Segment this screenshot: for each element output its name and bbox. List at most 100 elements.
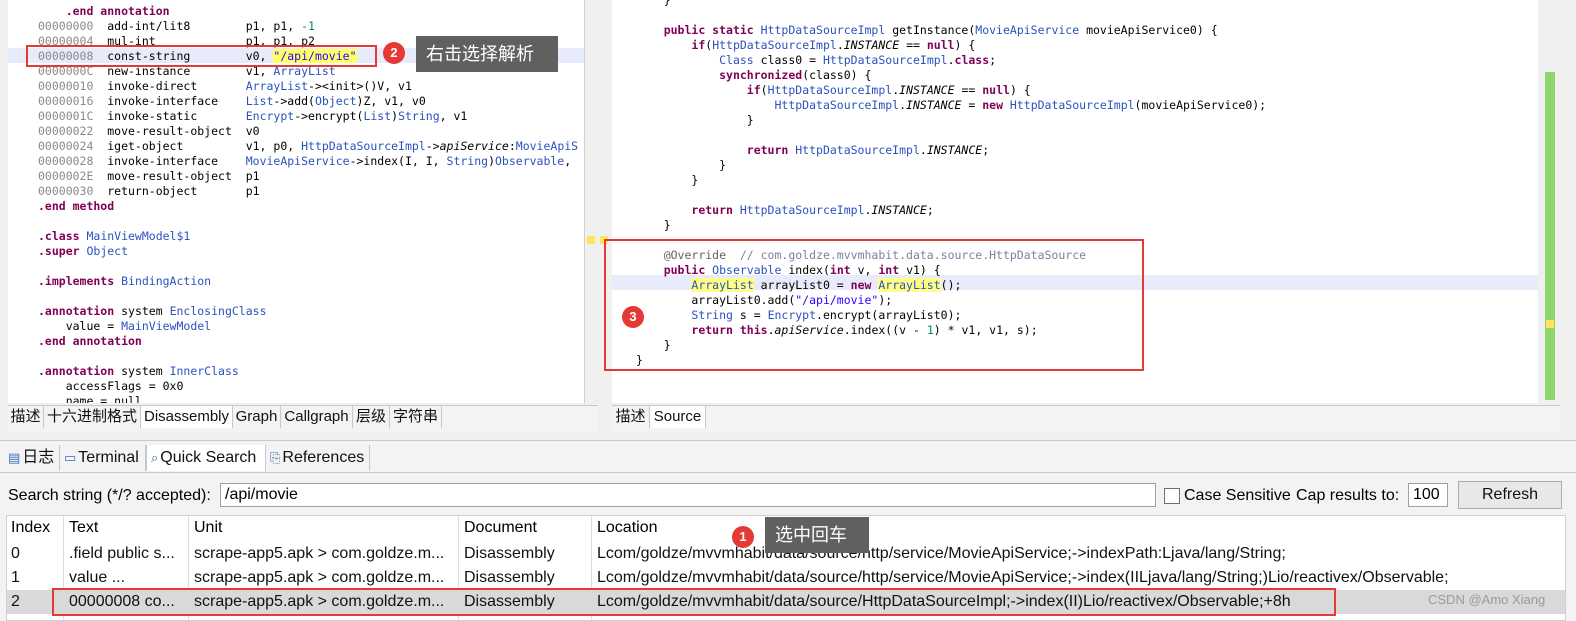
disasm-view-tab[interactable]: Callgraph (281, 406, 353, 428)
disasm-line[interactable]: accessFlags = 0x0 (38, 379, 184, 394)
disasm-line[interactable]: value = MainViewModel (38, 319, 211, 334)
disasm-line[interactable]: 0000002E move-result-object p1 (38, 169, 260, 184)
source-token: class0 = (753, 53, 823, 67)
disasm-line[interactable]: .annotation system EnclosingClass (38, 304, 267, 319)
disasm-token: ArrayList (245, 79, 309, 93)
source-line[interactable]: synchronized(class0) { (636, 68, 871, 83)
disasm-view-tab[interactable]: 字符串 (390, 406, 442, 428)
disasm-line[interactable]: 0000001C invoke-static Encrypt->encrypt(… (38, 109, 467, 124)
source-line[interactable]: } (636, 158, 726, 173)
source-line[interactable]: Class class0 = HttpDataSourceImpl.class; (636, 53, 996, 68)
disasm-line[interactable]: 00000010 invoke-direct ArrayList-><init>… (38, 79, 412, 94)
terminal-icon: ▭ (64, 451, 77, 466)
source-token: HttpDataSourceImpl (712, 38, 837, 52)
source-token: ) { (954, 38, 976, 52)
source-token (636, 68, 719, 82)
source-token (636, 98, 774, 112)
selected-result-box (52, 588, 1336, 616)
disasm-token: MainViewModel$1 (86, 229, 191, 243)
source-token: movieApiService0) { (1079, 23, 1218, 37)
step-1-tooltip: 选中回车 (765, 517, 869, 553)
disasm-token: move-result-object p1 (93, 169, 260, 183)
refresh-button[interactable]: Refresh (1458, 481, 1562, 509)
bottom-tabs-divider (0, 472, 1576, 473)
disasm-token: HttpDataSourceImpl (301, 139, 426, 153)
source-token: null (982, 83, 1010, 97)
source-token: INSTANCE (871, 203, 927, 217)
source-line[interactable]: if(HttpDataSourceImpl.INSTANCE == null) … (636, 83, 1031, 98)
disasm-line[interactable]: .end annotation (38, 4, 170, 19)
disasm-view-tab[interactable]: Graph (233, 406, 281, 428)
decompiled-method-box (604, 239, 1144, 371)
disasm-view-tab[interactable]: 层级 (353, 406, 390, 428)
source-line[interactable]: HttpDataSourceImpl.INSTANCE = new HttpDa… (636, 98, 1266, 113)
disasm-line[interactable]: .end method (38, 199, 114, 214)
disasm-view-tab[interactable]: 描述 (8, 406, 44, 428)
column-header-index[interactable]: Index (11, 519, 61, 537)
source-line[interactable]: public static HttpDataSourceImpl getInst… (636, 23, 1218, 38)
bottom-tab-日志[interactable]: ▤ 日志 (4, 445, 60, 471)
bottom-tab-terminal[interactable]: ▭ Terminal (60, 445, 146, 471)
disasm-token: Object (314, 94, 357, 108)
disasm-token: add-int/lit8 p1, p1, (93, 19, 302, 33)
disasm-line[interactable]: .implements BindingAction (38, 274, 211, 289)
disasm-token: List (363, 109, 392, 123)
source-line[interactable]: } (636, 218, 671, 233)
disasm-line[interactable]: .class MainViewModel$1 (38, 229, 190, 244)
disasm-token: 0000001C (38, 109, 94, 123)
disassembly-scrollbar[interactable] (584, 0, 599, 403)
column-header-text[interactable]: Text (69, 519, 185, 537)
source-line[interactable]: return HttpDataSourceImpl.INSTANCE; (636, 143, 989, 158)
disasm-token: .end method (38, 199, 115, 213)
source-token: ; (982, 143, 990, 157)
bottom-tab-references[interactable]: ⎘ References (266, 445, 370, 471)
source-view-tab[interactable]: 描述 (612, 406, 650, 428)
disasm-line[interactable]: .annotation system InnerClass (38, 364, 239, 379)
source-token: (movieApiService0); (1134, 98, 1267, 112)
source-line[interactable]: } (636, 0, 671, 8)
step-1-badge: 1 (732, 526, 754, 548)
source-token: Class (719, 53, 754, 67)
cap-results-input[interactable] (1408, 483, 1448, 507)
disasm-line[interactable]: 00000030 return-object p1 (38, 184, 260, 199)
bottom-tab-label: References (282, 449, 365, 466)
source-view-tabs: 描述 Source (612, 405, 1560, 432)
log-icon: ▤ (8, 451, 21, 466)
disasm-line[interactable]: 00000016 invoke-interface List->add(Obje… (38, 94, 426, 109)
disasm-token: .implements (38, 274, 122, 288)
disassembly-overview-marker (587, 236, 595, 244)
disasm-token: apiService (439, 139, 509, 153)
disasm-token: .annotation (38, 304, 122, 318)
disasm-line[interactable]: .end annotation (38, 334, 142, 349)
disasm-line[interactable]: 00000000 add-int/lit8 p1, p1, -1 (38, 19, 315, 34)
source-view-tab[interactable]: Source (650, 406, 706, 428)
disasm-token: .super (38, 244, 87, 258)
disasm-view-tab[interactable]: 十六进制格式 (44, 406, 141, 428)
source-line[interactable]: } (636, 173, 698, 188)
case-sensitive-checkbox[interactable] (1164, 488, 1180, 504)
table-row[interactable]: 1 value ... scrape-app5.apk > com.goldze.… (7, 566, 1565, 590)
disasm-view-tab[interactable]: Disassembly (141, 406, 233, 428)
disasm-line[interactable]: 00000024 iget-object v1, p0, HttpDataSou… (38, 139, 578, 154)
column-header-unit[interactable]: Unit (194, 519, 456, 537)
disasm-token: name = null (38, 394, 142, 403)
search-input[interactable] (220, 483, 1156, 507)
disasm-line[interactable]: name = null (38, 394, 142, 403)
source-token (636, 83, 747, 97)
source-token: null (926, 38, 955, 52)
disasm-token: move-result-object v0 (93, 124, 260, 138)
disasm-token: -><init>()V, v1 (308, 79, 412, 93)
disassembly-view-tabs: 描述 十六进制格式 Disassembly Graph Callgraph 层级 字符串 (8, 405, 598, 432)
source-line[interactable]: } (636, 113, 754, 128)
cell-index: 0 (11, 545, 20, 562)
disasm-line[interactable]: .super Object (38, 244, 128, 259)
source-token: == (899, 38, 927, 52)
disasm-token: iget-object v1, p0, (93, 139, 302, 153)
source-line[interactable]: if(HttpDataSourceImpl.INSTANCE == null) … (636, 38, 975, 53)
source-line[interactable]: return HttpDataSourceImpl.INSTANCE; (636, 203, 934, 218)
column-header-document[interactable]: Document (464, 519, 588, 537)
bottom-tab-quick-search[interactable]: ⌕ Quick Search (146, 445, 266, 471)
disasm-line[interactable]: 00000022 move-result-object v0 (38, 124, 260, 139)
source-token: ; (926, 203, 934, 217)
disasm-line[interactable]: 00000028 invoke-interface MovieApiServic… (38, 154, 571, 169)
